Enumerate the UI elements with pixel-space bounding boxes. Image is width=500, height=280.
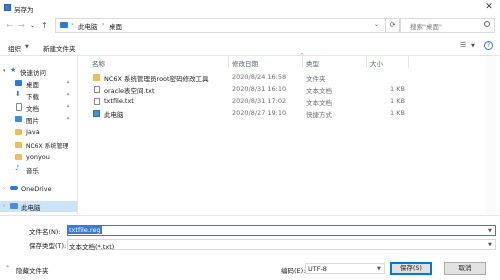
picture-icon [15,116,22,122]
chevron-down-icon[interactable]: ▼ [25,44,29,50]
pin-icon[interactable]: ✦ [66,104,70,110]
file-date: 2020/8/27 19:10 [232,109,287,117]
file-name: oracle表空间.txt [104,87,155,95]
cloud-icon [10,186,18,190]
folder-icon [93,74,100,81]
chevron-down-icon[interactable]: ▼ [488,242,492,248]
window-title: 另存为 [14,6,34,14]
file-type: 文件夹 [306,75,326,83]
file-size: 1 KB [390,109,405,117]
refresh-icon[interactable]: ⟳ [386,18,400,33]
address-bar[interactable] [55,18,386,33]
file-name: 此电脑 [104,111,124,119]
sidebar-item-label: 图片 [26,117,39,125]
sidebar-item-label: 下载 [26,93,39,101]
star-icon: ★ [10,66,17,74]
sidebar-item-label: yonyou [26,153,50,161]
sidebar-item-label: Java [26,128,40,136]
breadcrumb-this-pc[interactable]: 此电脑 [78,21,98,31]
breadcrumb-desktop[interactable]: 桌面 [109,21,122,31]
sidebar-item-label: OneDrive [21,185,52,193]
chevron-down-icon[interactable]: ▼ [488,228,492,234]
file-name: NC6X 系统管理员root密码修改工具 [104,75,209,83]
sidebar-item-label: 音乐 [26,167,39,175]
filename-label: 文件名(N): [29,228,61,236]
folder-icon [15,142,22,148]
download-icon: ⬇ [15,90,21,98]
help-icon[interactable]: ? [484,41,493,50]
view-options-icon[interactable]: ☰ [460,41,466,49]
column-divider[interactable] [366,56,367,68]
file-type: 文本文档 [306,99,332,107]
savetype-value: 文本文档(*.txt) [69,243,115,251]
folder-icon [15,154,22,160]
pin-icon[interactable]: ✦ [66,92,70,98]
desktop-icon [15,80,22,86]
column-header-date[interactable]: 修改日期 [232,58,258,68]
encoding-label: 编码(E): [281,267,306,275]
close-icon[interactable]: ✕ [482,1,496,14]
chevron-down-icon[interactable]: ▼ [377,266,381,272]
computer-icon [60,22,68,28]
column-divider[interactable] [228,56,229,68]
file-date: 2020/8/31 16:10 [232,85,287,93]
app-icon [4,4,11,11]
file-type: 快捷方式 [306,111,332,119]
column-divider[interactable] [302,56,303,68]
new-folder-button[interactable]: 新建文件夹 [43,43,76,53]
scrollbar[interactable] [486,56,496,214]
file-type: 文本文档 [306,87,332,95]
hide-folders-button[interactable]: 隐藏文件夹 [16,265,49,275]
chevron-down-icon[interactable]: ▼ [471,43,475,49]
folder-icon [15,129,22,135]
computer-icon [10,203,18,209]
sidebar-item-label: 快速访问 [20,69,46,77]
pin-icon[interactable]: ✦ [66,116,70,122]
cancel-button[interactable]: 取消 [444,262,486,275]
column-header-size[interactable]: 大小 [370,58,383,68]
filename-value[interactable]: txtfile.reg [68,226,102,234]
expand-icon[interactable]: › [3,203,5,209]
music-icon: ♪ [15,164,20,172]
file-size: 1 KB [390,85,405,93]
sidebar-item-label: 此电脑 [21,204,41,212]
search-placeholder: 搜索"桌面" [410,23,442,31]
chevron-right-icon[interactable]: › [102,21,104,28]
expand-icon[interactable]: › [3,186,5,192]
shortcut-icon [93,110,100,117]
expand-icon[interactable]: ▾ [3,68,6,74]
recent-locations-icon[interactable]: ⌄ [28,21,37,30]
search-icon[interactable] [484,21,490,27]
text-file-icon [94,86,100,93]
divider [0,215,500,216]
forward-icon[interactable]: → [17,21,26,30]
savetype-label: 保存类型(T): [29,242,67,250]
column-divider[interactable] [408,56,409,68]
collapse-icon[interactable]: ⌃ [5,265,10,272]
file-size: 1 KB [390,97,405,105]
chevron-right-icon[interactable]: › [71,21,73,28]
save-button[interactable]: 保存(S) [390,262,432,275]
filename-input[interactable] [67,225,496,236]
text-file-icon [94,98,100,105]
title-bar [0,0,500,16]
file-date: 2020/8/31 17:02 [232,97,287,105]
column-header-name[interactable]: 名称 [92,58,105,68]
up-folder-icon[interactable]: ↑ [40,21,49,30]
organize-button[interactable]: 组织 [8,43,21,53]
encoding-value: UTF-8 [308,265,327,273]
document-icon [16,103,22,111]
sidebar-item-label: NC6X 系统管理 [26,143,69,150]
file-name: txtfile.txt [104,97,134,105]
chevron-down-icon[interactable]: ⌄ [374,21,379,28]
savetype-select[interactable] [67,239,496,250]
file-date: 2020/8/24 16:58 [232,73,287,81]
column-header-type[interactable]: 类型 [306,58,319,68]
sidebar-item-label: 桌面 [26,81,39,89]
sidebar-item-label: 文档 [26,105,39,113]
pin-icon[interactable]: ✦ [66,80,70,86]
back-icon[interactable]: ← [5,21,14,30]
